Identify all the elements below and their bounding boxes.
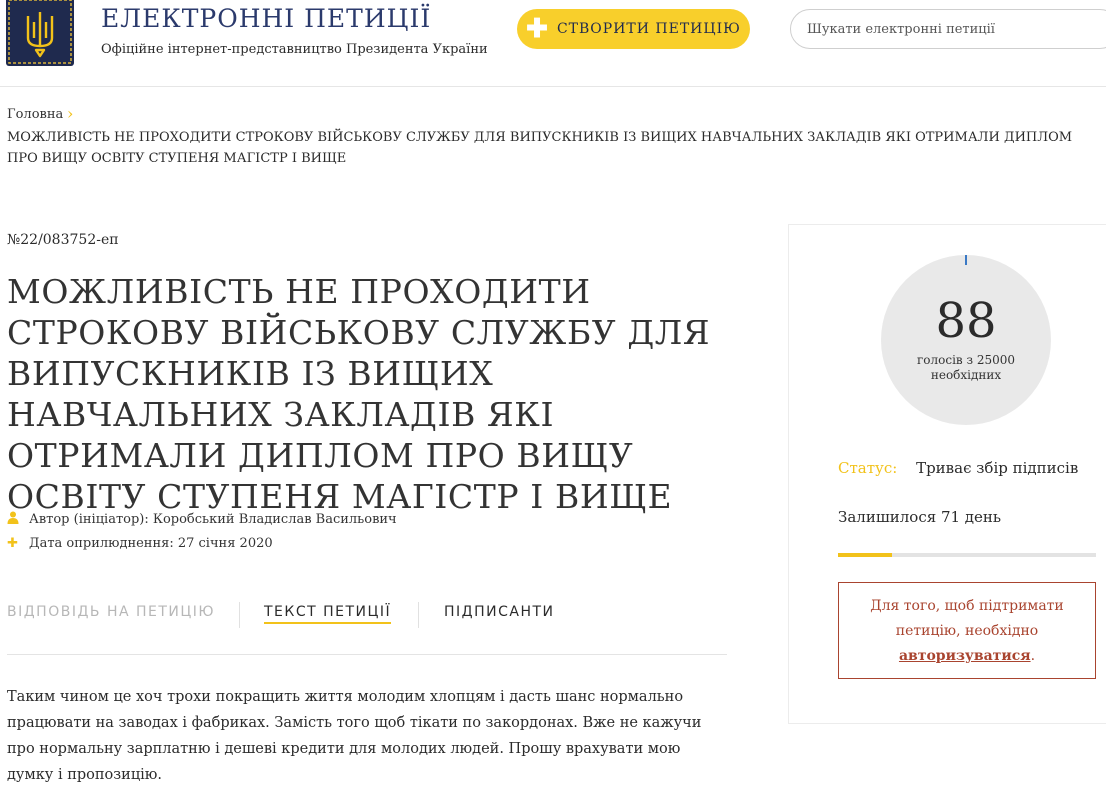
date-text: Дата оприлюднення: 27 січня 2020 bbox=[29, 536, 273, 551]
status-row: Статус: Триває збір підписів bbox=[838, 459, 1078, 477]
auth-notice: Для того, щоб підтримати петицію, необхі… bbox=[838, 582, 1096, 679]
tab-divider bbox=[418, 602, 419, 628]
tab-divider bbox=[239, 602, 240, 628]
site-subtitle: Офіційне інтернет-представництво Президе… bbox=[101, 42, 488, 57]
auth-notice-end: . bbox=[1030, 648, 1036, 664]
tabs-underline-divider bbox=[7, 654, 727, 655]
site-header: ЕЛЕКТРОННІ ПЕТИЦІЇ Офіційне інтернет-пре… bbox=[0, 0, 1106, 87]
votes-count: 88 bbox=[935, 293, 997, 349]
author-text: Автор (ініціатор): Коробський Владислав … bbox=[29, 512, 397, 527]
tab-text[interactable]: ТЕКСТ ПЕТИЦІЇ bbox=[264, 604, 392, 624]
tab-signers[interactable]: ПІДПИСАНТИ bbox=[444, 604, 555, 620]
plus-icon: ✚ bbox=[7, 536, 18, 551]
search-input[interactable] bbox=[790, 9, 1106, 49]
petition-sidebar: 88 голосів з 25000 необхідних Статус: Тр… bbox=[788, 224, 1106, 724]
trident-logo-icon[interactable] bbox=[6, 0, 74, 66]
user-icon bbox=[7, 511, 23, 528]
plus-icon: ✚ bbox=[526, 14, 549, 44]
auth-link[interactable]: авторизуватися bbox=[899, 648, 1031, 664]
time-progress-fill bbox=[838, 553, 893, 557]
tab-answer[interactable]: ВІДПОВІДЬ НА ПЕТИЦІЮ bbox=[7, 604, 215, 620]
votes-progress-tick bbox=[965, 255, 967, 265]
petition-title: МОЖЛИВІСТЬ НЕ ПРОХОДИТИ СТРОКОВУ ВІЙСЬКО… bbox=[7, 272, 711, 516]
breadcrumb-current: МОЖЛИВІСТЬ НЕ ПРОХОДИТИ СТРОКОВУ ВІЙСЬКО… bbox=[7, 130, 1073, 166]
create-petition-button[interactable]: ✚ СТВОРИТИ ПЕТИЦІЮ bbox=[517, 9, 750, 49]
author-row: Автор (ініціатор): Коробський Владислав … bbox=[7, 511, 397, 528]
site-title[interactable]: ЕЛЕКТРОННІ ПЕТИЦІЇ bbox=[101, 4, 431, 33]
petition-number: №22/083752-еп bbox=[7, 232, 119, 248]
petition-text: Таким чином це хоч трохи покращить життя… bbox=[7, 689, 702, 783]
days-remaining: Залишилося 71 день bbox=[838, 508, 1002, 526]
status-label: Статус: bbox=[838, 459, 898, 477]
status-value: Триває збір підписів bbox=[916, 459, 1079, 477]
breadcrumb-home-link[interactable]: Головна bbox=[7, 107, 63, 122]
auth-notice-text: Для того, щоб підтримати петицію, необхі… bbox=[870, 598, 1064, 639]
votes-label: голосів з 25000 необхідних bbox=[916, 353, 1016, 382]
time-progress-bar bbox=[838, 553, 1096, 557]
date-row: ✚ Дата оприлюднення: 27 січня 2020 bbox=[7, 536, 273, 551]
create-petition-label: СТВОРИТИ ПЕТИЦІЮ bbox=[556, 21, 741, 37]
chevron-right-icon: › bbox=[67, 104, 74, 123]
votes-circle: 88 голосів з 25000 необхідних bbox=[881, 255, 1051, 425]
